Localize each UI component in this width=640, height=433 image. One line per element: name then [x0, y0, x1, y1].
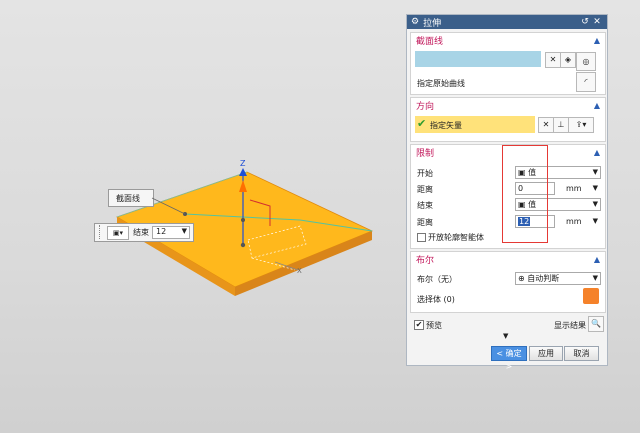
section-group-header[interactable]: 截面线 ▲ [411, 33, 605, 47]
limits-group: 限制 ▲ 开始 ▣ 值 ▼ 距离 0 mm ▼ 结束 ▣ 值 ▼ 距离 12 m… [410, 144, 606, 249]
select-curve-label: 指定原始曲线 [417, 79, 465, 88]
chevron-down-icon: ▼ [592, 217, 598, 225]
boolean-label: 布尔（无） [417, 275, 457, 284]
vector-selection-field[interactable]: ✔ 指定矢量 [415, 116, 535, 133]
reverse-direction-icon[interactable]: ✕ [538, 117, 554, 133]
dialog-title: 拉伸 [423, 18, 442, 29]
end-callout[interactable]: ▣▾ 结束 12 ▼ [94, 223, 194, 242]
section-selection-field[interactable] [415, 51, 541, 67]
select-body-label: 选择体 (0) [417, 295, 455, 304]
boolean-group: 布尔 ▲ 布尔（无） ⊕ 自动判断 ▼ 选择体 (0) [410, 251, 606, 313]
infer-vector-icon[interactable]: ⇪▾ [568, 117, 594, 133]
collapse-icon[interactable]: ▲ [594, 148, 600, 157]
collapse-icon[interactable]: ▲ [594, 101, 600, 110]
dialog-titlebar[interactable]: ⚙ 拉伸 ↺ ✕ [407, 15, 607, 29]
collapse-icon[interactable]: ▲ [594, 255, 600, 264]
callout-label: 截面线 [116, 194, 140, 203]
highlight-box [502, 145, 548, 243]
collapse-icon[interactable]: ▲ [594, 36, 600, 45]
show-result-icon[interactable]: 🔍 [588, 316, 604, 332]
deselect-icon[interactable]: ✕ [545, 52, 561, 68]
boolean-icon: ⊕ [518, 274, 528, 283]
z-axis-label: Z [240, 159, 246, 168]
check-icon: ✔ [417, 117, 427, 130]
drag-grip[interactable] [99, 225, 104, 239]
x-axis-label: X [297, 267, 302, 275]
open-profile-checkbox[interactable] [417, 233, 426, 242]
cancel-button[interactable]: 取消 [564, 346, 599, 361]
preview-label: 预览 [426, 321, 442, 330]
select-body-icon[interactable] [583, 288, 599, 304]
chevron-down-icon: ▼ [181, 227, 187, 235]
start-distance-label: 距离 [417, 185, 433, 194]
open-profile-label: 开放轮廓智能体 [428, 233, 484, 242]
show-result-label: 显示结果 [554, 321, 586, 330]
vector-constructor-icon[interactable]: ⊥ [553, 117, 569, 133]
end-callout-input[interactable]: 12 ▼ [152, 226, 190, 239]
boolean-group-header[interactable]: 布尔 ▲ [411, 252, 605, 266]
curve-rule-icon[interactable]: ◈ [560, 52, 576, 68]
expand-more-icon[interactable]: ▼ [503, 332, 508, 340]
chevron-down-icon: ▼ [592, 168, 598, 176]
chevron-down-icon: ▼ [592, 200, 598, 208]
apply-button[interactable]: 应用 [529, 346, 563, 361]
mid-handle[interactable] [241, 218, 245, 222]
extrude-dialog: ⚙ 拉伸 ↺ ✕ 截面线 ▲ ✕ ◈ ◎ 指定原始曲线 ◜ 方向 ▲ ✔ 指定矢… [406, 14, 608, 371]
preview-checkbox[interactable]: ✔ [414, 320, 424, 330]
chevron-down-icon: ▼ [592, 274, 598, 282]
direction-group-header[interactable]: 方向 ▲ [411, 98, 605, 112]
sketch-section-icon[interactable]: ◎ [576, 52, 596, 71]
end-label: 结束 [417, 201, 433, 210]
origin-handle[interactable] [240, 242, 246, 248]
section-group: 截面线 ▲ ✕ ◈ ◎ 指定原始曲线 ◜ [410, 32, 606, 95]
end-callout-label: 结束 [133, 228, 149, 237]
boolean-select[interactable]: ⊕ 自动判断 ▼ [515, 272, 601, 285]
start-label: 开始 [417, 169, 433, 178]
close-icon[interactable]: ✕ [591, 17, 603, 27]
gear-icon[interactable]: ⚙ [411, 17, 419, 27]
reset-icon[interactable]: ↺ [579, 17, 591, 27]
end-unit-select[interactable]: mm ▼ [557, 215, 601, 228]
chevron-down-icon: ▼ [592, 184, 598, 192]
start-unit-select[interactable]: mm ▼ [557, 182, 601, 195]
curve-icon[interactable]: ◜ [576, 72, 596, 92]
end-callout-type-icon[interactable]: ▣▾ [107, 226, 129, 240]
end-distance-label: 距离 [417, 218, 433, 227]
graphics-viewport[interactable]: Z X 截面线 ▣▾ 结束 12 ▼ [0, 0, 405, 433]
ok-button[interactable]: < 确定 > [491, 346, 527, 371]
direction-group: 方向 ▲ ✔ 指定矢量 ✕ ⊥ ⇪▾ [410, 97, 606, 142]
